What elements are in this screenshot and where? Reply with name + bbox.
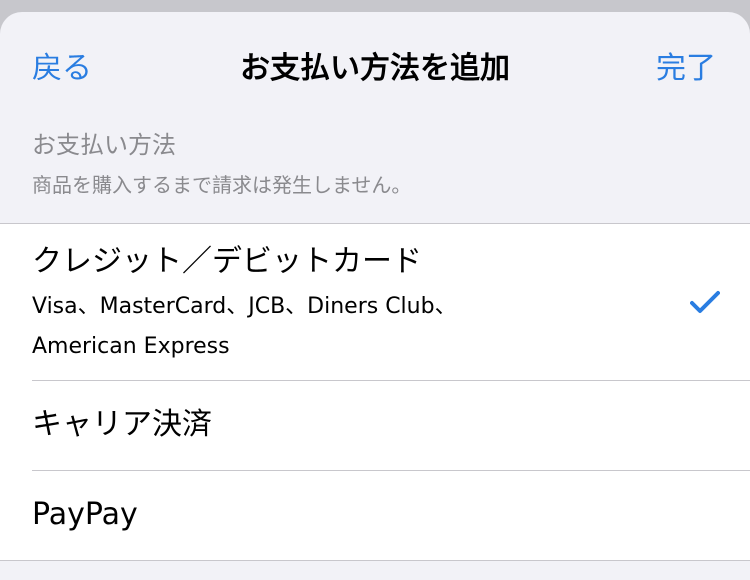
payment-option-title: キャリア決済 [32, 407, 212, 442]
checkmark-icon [690, 291, 720, 313]
description-line: American Express [32, 334, 230, 359]
payment-method-list: クレジット／デビットカード Visa、MasterCard、JCB、Diners… [0, 223, 750, 561]
payment-option-title: クレジット／デビットカード [32, 244, 422, 279]
section-subtitle: 商品を購入するまで請求は発生しません。 [32, 173, 412, 197]
payment-option-title: PayPay [32, 497, 138, 532]
navigation-bar: 戻る お支払い方法を追加 完了 [0, 12, 750, 124]
payment-option-paypay[interactable]: PayPay [0, 471, 750, 560]
payment-sheet: 戻る お支払い方法を追加 完了 お支払い方法 商品を購入するまで請求は発生しませ… [0, 12, 750, 580]
payment-option-carrier-billing[interactable]: キャリア決済 [0, 381, 750, 470]
page-title: お支払い方法を追加 [240, 51, 510, 86]
payment-option-credit-card[interactable]: クレジット／デビットカード Visa、MasterCard、JCB、Diners… [0, 224, 750, 380]
payment-option-description: Visa、MasterCard、JCB、Diners Club、 America… [32, 287, 592, 367]
section-header: お支払い方法 [32, 131, 176, 159]
description-line: Visa、MasterCard、JCB、Diners Club、 [32, 294, 457, 319]
done-button[interactable]: 完了 [656, 49, 716, 89]
